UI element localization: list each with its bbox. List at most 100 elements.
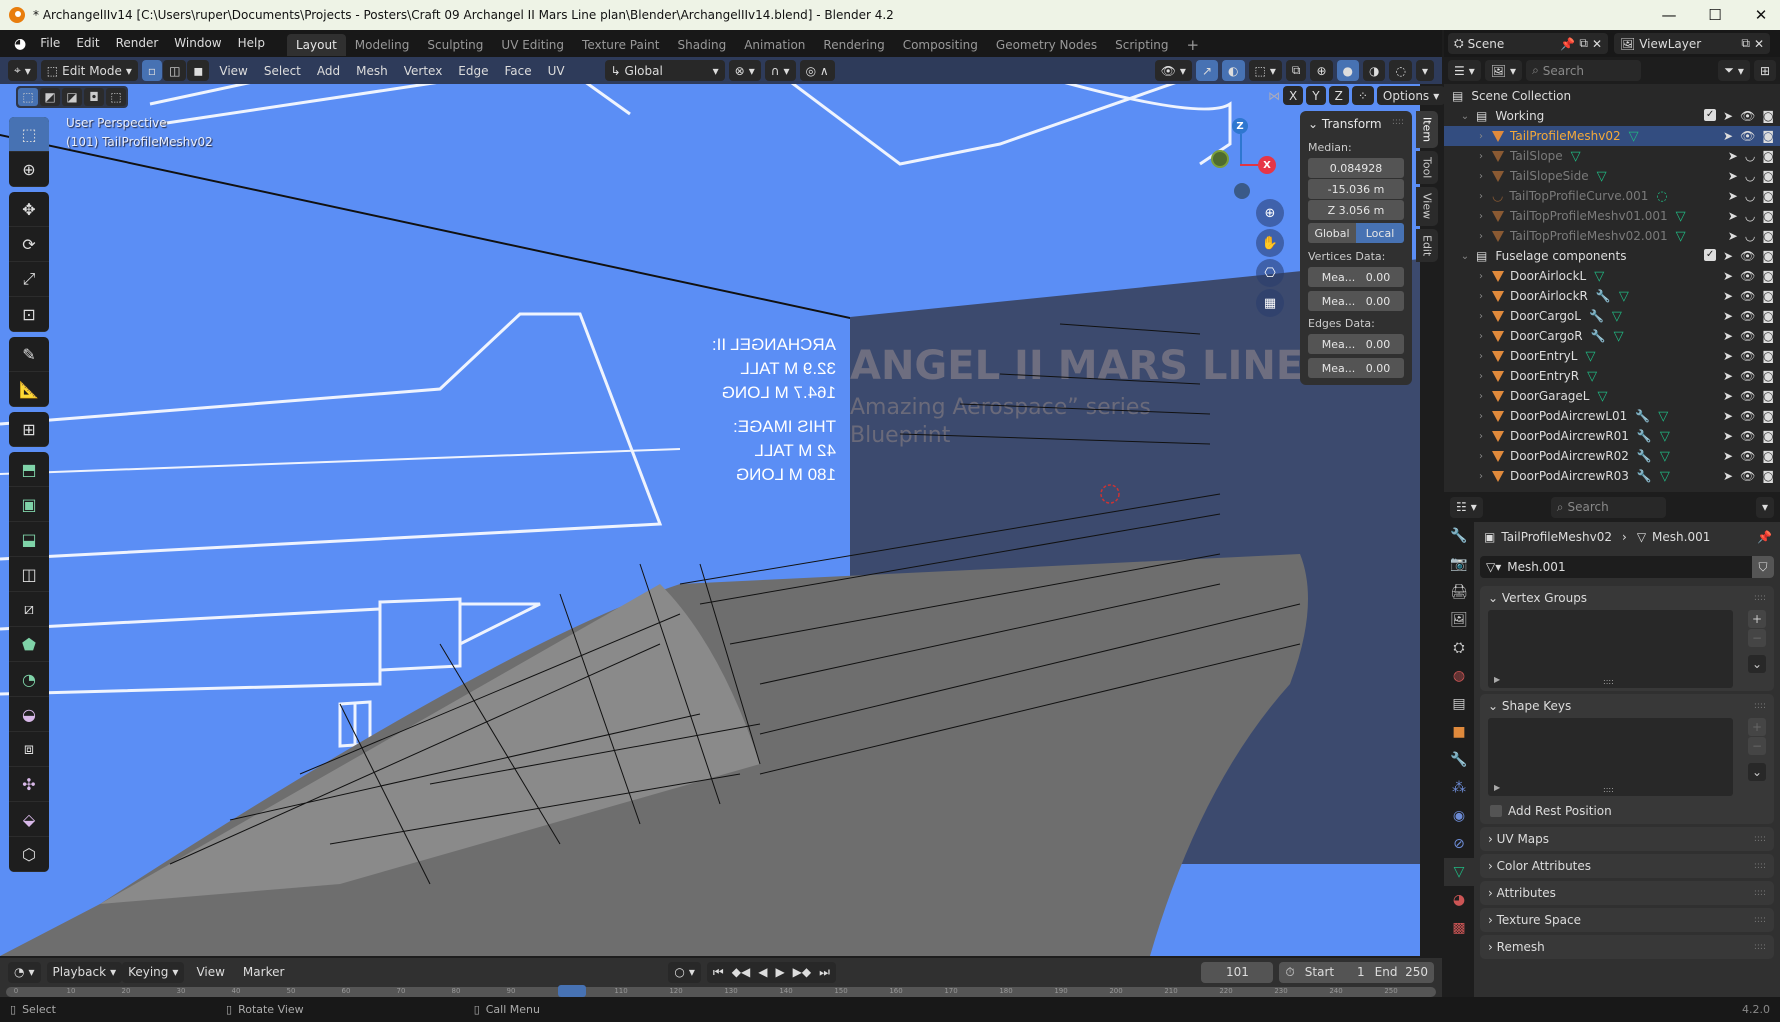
material-tab-icon[interactable]: ◕ <box>1444 886 1474 914</box>
next-keyframe-icon[interactable]: ▶◆ <box>793 965 811 979</box>
vertex-groups-header[interactable]: ⌄ Vertex Groups:::: <box>1480 586 1774 610</box>
jump-end-icon[interactable]: ⏭ <box>819 965 830 980</box>
menu-render[interactable]: Render <box>108 30 167 57</box>
edge-mean-crease-field[interactable]: Mea... 0.00 <box>1308 358 1404 378</box>
selectable-icon[interactable]: ➤ <box>1728 189 1738 203</box>
timeline-scrubber[interactable]: 0102030405060708090100110120130140150160… <box>6 985 1436 997</box>
drag-grip-icon[interactable]: :::: <box>1754 593 1766 603</box>
timeline-view-menu[interactable]: View <box>190 965 230 979</box>
measure-tool-icon[interactable]: 📐 <box>9 372 49 407</box>
pivot-point-dropdown[interactable]: ⊗ ▾ <box>728 60 761 81</box>
jump-start-icon[interactable]: ⏮ <box>713 965 724 980</box>
world-properties-tab-icon[interactable]: ◍ <box>1444 662 1474 690</box>
eye-icon[interactable]: 👁 <box>1740 129 1755 143</box>
drag-grip-icon[interactable]: :::: <box>1754 701 1766 711</box>
render-camera-icon[interactable]: ◙ <box>1762 129 1774 143</box>
selectable-icon[interactable]: ➤ <box>1723 349 1733 363</box>
maximize-button[interactable]: ☐ <box>1692 0 1738 30</box>
shape-key-specials-button[interactable]: ⌄ <box>1748 763 1766 781</box>
chevron-right-icon[interactable]: › <box>1474 211 1488 222</box>
selectable-icon[interactable]: ➤ <box>1723 249 1733 263</box>
loop-cut-tool-icon[interactable]: ◫ <box>9 557 49 592</box>
list-filter-toggle-icon[interactable]: ▶ <box>1494 675 1500 684</box>
remove-scene-icon[interactable]: ✕ <box>1592 37 1602 51</box>
selectable-icon[interactable]: ➤ <box>1723 429 1733 443</box>
median-x-field[interactable]: 0.084928 <box>1308 158 1404 178</box>
scene-selector[interactable]: ⛭ Scene 📌 ⧉ ✕ <box>1448 33 1608 54</box>
shading-options-dropdown[interactable]: ▾ <box>1415 60 1434 81</box>
global-space-button[interactable]: Global <box>1308 223 1356 243</box>
outliner-item[interactable]: › DoorCargoL 🔧 ▽ ➤ 👁 ◙ <box>1444 306 1780 326</box>
list-resize-grip-icon[interactable]: :::: <box>1603 785 1614 794</box>
mesh-data-icon[interactable]: ▽ <box>1619 289 1629 304</box>
mesh-data-icon[interactable]: ▽ <box>1676 209 1686 224</box>
collapse-icon[interactable]: ⌄ <box>1308 117 1318 131</box>
outliner-item[interactable]: › DoorPodAircrewR01 🔧 ▽ ➤ 👁 ◙ <box>1444 426 1780 446</box>
render-camera-icon[interactable]: ◙ <box>1762 469 1774 483</box>
outliner-item[interactable]: › DoorPodAircrewR02 🔧 ▽ ➤ 👁 ◙ <box>1444 446 1780 466</box>
mesh-edit-overlay-dropdown[interactable]: ⬚ ▾ <box>1248 60 1282 81</box>
menu-edge[interactable]: Edge <box>452 64 494 78</box>
chevron-right-icon[interactable]: › <box>1474 231 1488 242</box>
playback-menu[interactable]: Playback ▾ <box>46 961 123 983</box>
select-extend-icon[interactable]: ◩ <box>40 88 60 106</box>
eye-icon[interactable]: 👁 <box>1740 289 1755 303</box>
chevron-right-icon[interactable]: › <box>1474 151 1488 162</box>
exclude-checkbox[interactable]: ✓ <box>1704 109 1717 121</box>
gizmo-y-axis[interactable] <box>1211 150 1229 168</box>
median-y-field[interactable]: -15.036 m <box>1308 179 1404 199</box>
properties-editor-type[interactable]: ☷ ▾ <box>1450 496 1483 518</box>
collection-row[interactable]: ⌄ ▤ Fuselage components ✓ ➤ 👁 ◙ <box>1444 246 1780 266</box>
mesh-data-icon[interactable]: ▽ <box>1614 329 1624 344</box>
scene-collection-row[interactable]: ▤ Scene Collection <box>1444 86 1780 106</box>
outliner-item[interactable]: › DoorPodAircrewL01 🔧 ▽ ➤ 👁 ◙ <box>1444 406 1780 426</box>
outliner-item[interactable]: › TailProfileMeshv02 ▽ ➤ 👁 ◙ <box>1444 126 1780 146</box>
selectable-icon[interactable]: ➤ <box>1723 449 1733 463</box>
mesh-data-icon[interactable]: ▽ <box>1585 349 1595 364</box>
chevron-right-icon[interactable]: › <box>1474 451 1488 462</box>
collection-row[interactable]: ⌄ ▤ Working ✓ ➤ 👁 ◙ <box>1444 106 1780 126</box>
spin-tool-icon[interactable]: ◔ <box>9 662 49 697</box>
eye-icon[interactable]: 👁 <box>1740 409 1755 423</box>
current-frame-field[interactable]: 101 <box>1201 961 1274 983</box>
mirror-y-toggle[interactable]: Y <box>1306 86 1326 105</box>
outliner-item[interactable]: › DoorAirlockL ▽ ➤ 👁 ◙ <box>1444 266 1780 286</box>
render-camera-icon[interactable]: ◙ <box>1762 269 1774 283</box>
render-camera-icon[interactable]: ◙ <box>1762 329 1774 343</box>
chevron-right-icon[interactable]: › <box>1474 411 1488 422</box>
zoom-view-icon[interactable]: ⊕ <box>1256 199 1284 227</box>
cursor-tool-icon[interactable]: ⊕ <box>9 152 49 187</box>
eye-icon[interactable]: 👁 <box>1740 389 1755 403</box>
mesh-data-icon[interactable]: ▽ <box>1629 129 1639 144</box>
mirror-x-toggle[interactable]: X <box>1283 86 1304 105</box>
inset-faces-tool-icon[interactable]: ▣ <box>9 487 49 522</box>
attributes-panel[interactable]: › Attributes:::: <box>1480 881 1774 905</box>
add-workspace-button[interactable]: + <box>1178 34 1209 56</box>
camera-view-icon[interactable]: ⎔ <box>1256 259 1284 287</box>
tab-rendering[interactable]: Rendering <box>814 34 893 56</box>
eye-closed-icon[interactable]: ◡ <box>1745 209 1755 223</box>
end-frame-field[interactable]: End 250 <box>1375 965 1428 979</box>
start-frame-field[interactable]: Start 1 <box>1305 965 1365 979</box>
vertex-mean-weight-field[interactable]: Mea... 0.00 <box>1308 267 1404 287</box>
add-shape-key-button[interactable]: + <box>1748 718 1766 736</box>
new-collection-button[interactable]: ⊞ <box>1753 60 1776 81</box>
tab-modeling[interactable]: Modeling <box>346 34 419 56</box>
drag-grip-icon[interactable]: :::: <box>1754 942 1766 952</box>
render-camera-icon[interactable]: ◙ <box>1762 409 1774 423</box>
render-properties-tab-icon[interactable]: 📷 <box>1444 550 1474 578</box>
eye-closed-icon[interactable]: ◡ <box>1745 189 1755 203</box>
shrink-fatten-tool-icon[interactable]: ✣ <box>9 767 49 802</box>
eye-icon[interactable]: 👁 <box>1740 349 1755 363</box>
mesh-data-icon[interactable]: ▽ <box>1597 169 1607 184</box>
chevron-down-icon[interactable]: ⌄ <box>1458 251 1472 262</box>
texture-space-panel[interactable]: › Texture Space:::: <box>1480 908 1774 932</box>
move-tool-icon[interactable]: ✥ <box>9 192 49 227</box>
outliner-item[interactable]: › TailTopProfileMeshv01.001 ▽ ➤ ◡ ◙ <box>1444 206 1780 226</box>
chevron-right-icon[interactable]: › <box>1474 271 1488 282</box>
eye-icon[interactable]: 👁 <box>1740 329 1755 343</box>
pin-icon[interactable]: 📌 <box>1757 530 1772 544</box>
modifier-wrench-icon[interactable]: 🔧 <box>1635 409 1650 423</box>
outliner-item[interactable]: › ◡ TailTopProfileCurve.001 ◌ ➤ ◡ ◙ <box>1444 186 1780 206</box>
eye-icon[interactable]: 👁 <box>1740 429 1755 443</box>
